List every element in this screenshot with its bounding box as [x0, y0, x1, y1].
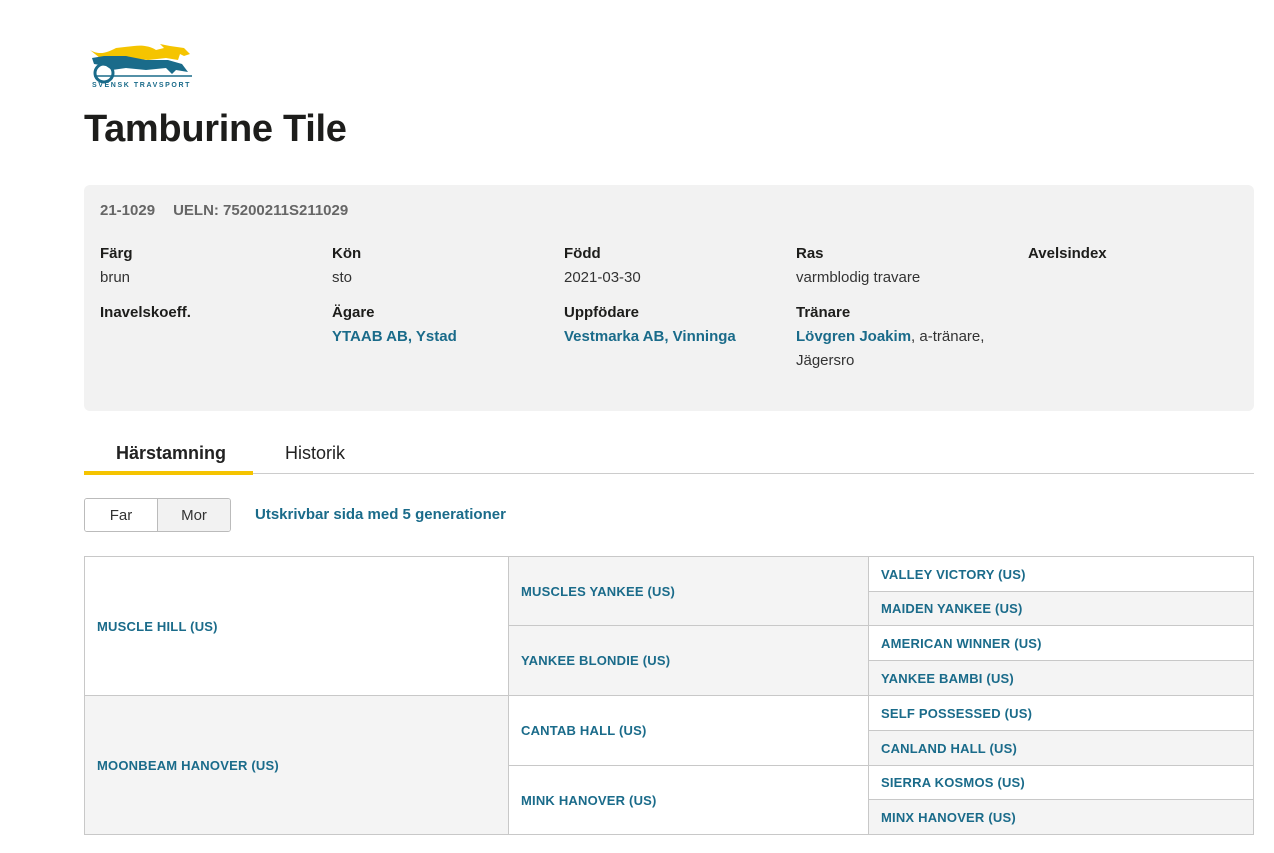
inavel-label: Inavelskoeff. [100, 304, 191, 321]
pedigree-gen3-5[interactable]: SELF POSSESSED (US) [868, 695, 1254, 731]
field-avelsindex: Avelsindex [1028, 245, 1248, 262]
pedigree-gen2-1[interactable]: MUSCLES YANKEE (US) [508, 556, 869, 626]
ueln-number: UELN: 75200211S211029 [173, 202, 349, 219]
logo-text: SVENSK TRAVSPORT [92, 82, 191, 89]
agare-link[interactable]: YTAAB AB, Ystad [332, 325, 552, 349]
uppfodare-label: Uppfödare [564, 304, 639, 321]
pedigree-gen3-7[interactable]: SIERRA KOSMOS (US) [868, 765, 1254, 800]
tab-historik[interactable]: Historik [285, 443, 345, 464]
fodd-value: 2021-03-30 [564, 269, 641, 286]
pedigree-gen2-3[interactable]: CANTAB HALL (US) [508, 695, 869, 766]
uppfodare-link[interactable]: Vestmarka AB, Vinninga [564, 325, 784, 349]
ras-value: varmblodig travare [796, 269, 921, 286]
active-tab-indicator [84, 471, 253, 475]
farg-value: brun [100, 269, 131, 286]
pedigree-dam[interactable]: MOONBEAM HANOVER (US) [84, 695, 509, 835]
kon-label: Kön [332, 245, 362, 262]
pedigree-gen3-8[interactable]: MINX HANOVER (US) [868, 799, 1254, 835]
far-mor-toggle: Far Mor [84, 498, 231, 532]
pedigree-gen3-1[interactable]: VALLEY VICTORY (US) [868, 556, 1254, 592]
tab-bar: Härstamning Historik [84, 436, 1254, 475]
field-inavel: Inavelskoeff. [100, 304, 320, 321]
ras-label: Ras [796, 245, 824, 262]
pedigree-gen3-2[interactable]: MAIDEN YANKEE (US) [868, 591, 1254, 626]
pedigree-gen3-3[interactable]: AMERICAN WINNER (US) [868, 625, 1254, 661]
farg-label: Färg [100, 245, 133, 262]
toggle-mor-button[interactable]: Mor [158, 499, 230, 531]
fodd-label: Född [564, 245, 601, 262]
agare-label: Ägare [332, 304, 375, 321]
field-ras: Ras varmblodig travare [796, 245, 1016, 290]
tranare-link[interactable]: Lövgren Joakim [796, 328, 911, 345]
field-tranare: Tränare Lövgren Joakim, a-tränare, Jäger… [796, 304, 996, 373]
kon-value: sto [332, 269, 353, 286]
field-uppfodare: Uppfödare Vestmarka AB, Vinninga [564, 304, 784, 349]
page-title: Tamburine Tile [84, 108, 347, 150]
field-fodd: Född 2021-03-30 [564, 245, 784, 290]
field-agare: Ägare YTAAB AB, Ystad [332, 304, 552, 349]
tab-harstamning[interactable]: Härstamning [116, 443, 226, 464]
tranare-value: Lövgren Joakim, a-tränare, Jägersro [796, 325, 996, 373]
toggle-far-button[interactable]: Far [85, 499, 158, 531]
pedigree-sire[interactable]: MUSCLE HILL (US) [84, 556, 509, 696]
registration-number: 21-1029 [100, 202, 156, 219]
field-farg: Färg brun [100, 245, 320, 290]
pedigree-gen2-4[interactable]: MINK HANOVER (US) [508, 765, 869, 835]
pedigree-gen3-4[interactable]: YANKEE BAMBI (US) [868, 660, 1254, 696]
horse-ids: 21-1029 UELN: 75200211S211029 [100, 202, 348, 219]
pedigree-gen2-2[interactable]: YANKEE BLONDIE (US) [508, 625, 869, 696]
field-kon: Kön sto [332, 245, 552, 290]
horse-info-panel: 21-1029 UELN: 75200211S211029 Färg brun K… [84, 185, 1254, 411]
avelsindex-label: Avelsindex [1028, 245, 1107, 262]
svensk-travsport-logo[interactable]: SVENSK TRAVSPORT [86, 42, 196, 94]
tranare-label: Tränare [796, 304, 851, 321]
pedigree-gen3-6[interactable]: CANLAND HALL (US) [868, 730, 1254, 766]
logo-horse-icon [90, 44, 192, 84]
pedigree-table: MUSCLE HILL (US) MOONBEAM HANOVER (US) M… [84, 556, 1254, 835]
printable-page-link[interactable]: Utskrivbar sida med 5 generationer [255, 506, 506, 523]
